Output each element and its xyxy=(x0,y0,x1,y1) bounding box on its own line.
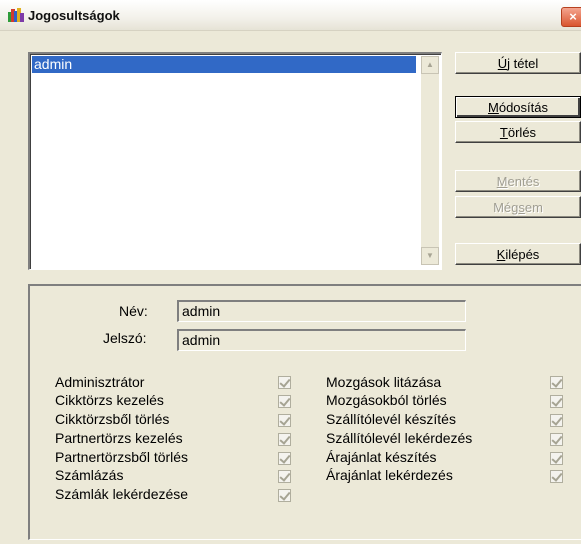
perm-checkbox[interactable] xyxy=(278,395,291,408)
new-item-button[interactable]: Új tétel xyxy=(455,52,581,74)
title-bar: Jogosultságok × xyxy=(0,0,581,31)
perm-label: Szállítólevél lekérdezés xyxy=(326,430,473,446)
perm-label: Szállítólevél készítés xyxy=(326,411,456,427)
perm-checkbox[interactable] xyxy=(550,433,563,446)
perm-label: Cikktörzsből törlés xyxy=(55,411,170,427)
app-icon xyxy=(8,8,24,22)
password-label: Jelszó: xyxy=(103,330,147,346)
perm-checkbox[interactable] xyxy=(278,433,291,446)
perm-checkbox[interactable] xyxy=(550,452,563,465)
perm-checkbox[interactable] xyxy=(278,470,291,483)
name-field[interactable]: admin xyxy=(177,300,466,322)
perm-checkbox[interactable] xyxy=(278,376,291,389)
close-button[interactable]: × xyxy=(561,7,581,27)
perm-label: Adminisztrátor xyxy=(55,374,145,390)
perm-label: Számlázás xyxy=(55,467,124,483)
exit-button[interactable]: Kilépés xyxy=(455,243,581,265)
perm-checkbox[interactable] xyxy=(278,489,291,502)
perm-label: Árajánlat lekérdezés xyxy=(326,467,453,483)
perm-checkbox[interactable] xyxy=(550,376,563,389)
name-label: Név: xyxy=(119,303,148,319)
perm-label: Számlák lekérdezése xyxy=(55,486,189,502)
scrollbar[interactable]: ▲ ▼ xyxy=(421,56,439,265)
delete-button[interactable]: Törlés xyxy=(455,121,581,143)
cancel-button[interactable]: Mégsem xyxy=(455,196,581,218)
perm-checkbox[interactable] xyxy=(278,414,291,427)
modify-button[interactable]: Módosítás xyxy=(455,96,581,118)
scroll-up-icon[interactable]: ▲ xyxy=(421,56,439,74)
perm-label: Partnertörzs kezelés xyxy=(55,430,183,446)
perm-checkbox[interactable] xyxy=(550,470,563,483)
perm-checkbox[interactable] xyxy=(550,395,563,408)
list-item[interactable]: admin xyxy=(32,56,416,73)
perm-label: Mozgások litázása xyxy=(326,374,442,390)
password-field[interactable]: admin xyxy=(177,329,466,351)
perm-checkbox[interactable] xyxy=(278,452,291,465)
perm-checkbox[interactable] xyxy=(550,414,563,427)
window-title: Jogosultságok xyxy=(28,8,120,23)
perm-label: Partnertörzsből törlés xyxy=(55,449,189,465)
perm-label: Cikktörzs kezelés xyxy=(55,392,164,408)
perm-label: Árajánlat készítés xyxy=(326,449,437,465)
user-list[interactable]: admin ▲ ▼ xyxy=(28,52,442,270)
save-button[interactable]: Mentés xyxy=(455,170,581,192)
perm-label: Mozgásokból törlés xyxy=(326,392,447,408)
scroll-down-icon[interactable]: ▼ xyxy=(421,247,439,265)
